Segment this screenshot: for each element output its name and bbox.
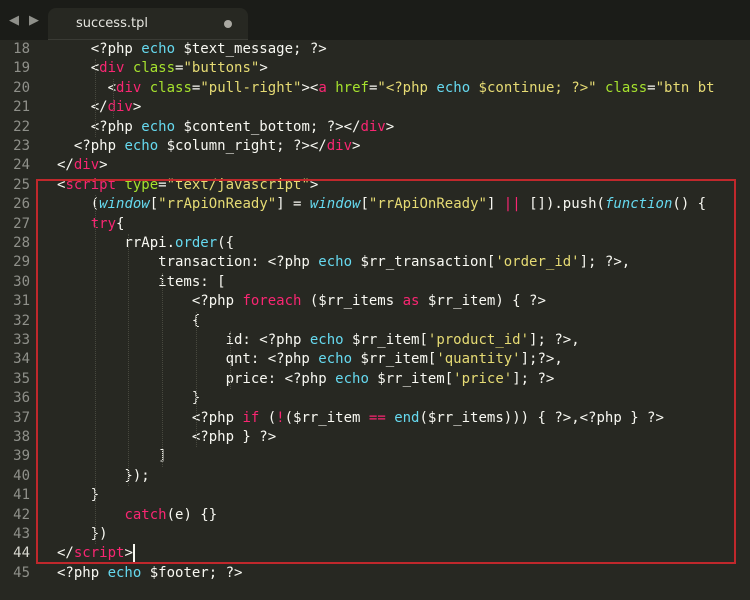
tab-bar: ◀ ▶ success.tpl — [0, 0, 750, 41]
indent-guide — [95, 59, 96, 137]
code-line[interactable]: <?php echo $footer; ?> — [57, 564, 242, 583]
line-number: 34 — [13, 351, 30, 368]
line-number: 18 — [13, 41, 30, 57]
line-number: 20 — [13, 79, 30, 96]
line-number: 33 — [13, 332, 30, 348]
line-number: 22 — [13, 118, 30, 135]
code-token: > — [352, 138, 361, 154]
code-token: </ — [57, 157, 74, 174]
line-number: 27 — [13, 215, 30, 232]
code-token: "btn bt — [655, 79, 715, 96]
code-token: <?php — [57, 138, 125, 154]
code-token: div — [360, 118, 386, 135]
code-token: > — [259, 60, 268, 77]
code-token: </ — [57, 99, 108, 116]
code-token: $footer; ?> — [141, 564, 243, 581]
code-token: "buttons" — [183, 60, 260, 77]
code-token: "<?php — [377, 79, 437, 96]
code-token: $text_message; ?> — [175, 41, 327, 57]
code-token: < — [57, 79, 117, 96]
line-number: 32 — [13, 312, 30, 329]
code-token: div — [99, 60, 125, 77]
line-number: 19 — [13, 60, 30, 77]
code-token: > — [132, 99, 142, 116]
line-number: 37 — [13, 409, 30, 426]
line-number: 39 — [13, 448, 30, 465]
highlight-box — [36, 179, 736, 564]
unsaved-dot-icon[interactable] — [224, 20, 232, 28]
code-token: <?php — [57, 41, 142, 57]
code-token: echo — [436, 79, 471, 96]
code-line[interactable]: <div class="buttons"> — [57, 59, 268, 78]
code-token: class — [605, 79, 648, 96]
code-line[interactable]: <div class="pull-right"><a href="<?php e… — [57, 79, 715, 98]
line-number: 40 — [13, 467, 30, 484]
line-number: 26 — [13, 196, 30, 213]
code-token: <?php — [57, 118, 142, 135]
code-editor[interactable]: 18 19 20 21 22 23 24 25 26 27 28 29 30 31 32 33 34 35 36 37… — [0, 40, 750, 600]
line-number: 44 — [13, 545, 30, 562]
code-token: = — [647, 79, 656, 96]
chevron-left-icon[interactable]: ◀ — [6, 10, 22, 30]
code-token: div — [326, 138, 353, 154]
tab-label: success.tpl — [76, 16, 148, 31]
line-number-gutter: 18 19 20 21 22 23 24 25 26 27 28 29 30 31 32 33 34 35 36 37… — [0, 40, 40, 600]
line-number: 38 — [13, 429, 30, 445]
tab-success-tpl[interactable]: success.tpl — [48, 8, 248, 40]
code-token: a — [318, 79, 327, 96]
line-number: 25 — [13, 176, 30, 193]
code-token: div — [107, 99, 133, 116]
code-token: < — [57, 60, 100, 77]
line-number: 35 — [13, 370, 30, 387]
code-token: $column_right; ?></ — [158, 138, 327, 154]
code-token: echo — [141, 41, 176, 57]
code-token: <?php — [57, 564, 108, 581]
code-token: > — [385, 118, 395, 135]
code-line[interactable]: <?php echo $column_right; ?></div> — [57, 137, 361, 156]
line-number: 31 — [13, 293, 30, 310]
line-number: 45 — [13, 564, 30, 581]
code-line[interactable]: <?php echo $text_message; ?> — [57, 40, 327, 59]
code-token: echo — [107, 564, 142, 581]
line-number: 21 — [13, 99, 30, 116]
indent-guide — [113, 78, 114, 118]
code-line[interactable]: </div> — [57, 98, 142, 117]
code-token: >< — [301, 79, 319, 96]
tab-nav-arrows: ◀ ▶ — [6, 8, 42, 32]
chevron-right-icon[interactable]: ▶ — [26, 10, 42, 30]
code-token: "pull-right" — [200, 79, 302, 96]
code-token: href — [335, 79, 369, 96]
code-token: class — [149, 79, 192, 96]
line-number: 24 — [13, 157, 30, 174]
code-token: $content_bottom; ?></ — [175, 118, 361, 135]
code-token: echo — [124, 138, 159, 154]
line-number: 42 — [13, 506, 30, 523]
line-number: 29 — [13, 254, 30, 271]
line-number: 41 — [13, 487, 30, 504]
code-token: $continue; ?>" — [470, 79, 597, 96]
line-number: 28 — [13, 235, 30, 251]
code-token: > — [99, 157, 108, 174]
line-number: 43 — [13, 526, 30, 542]
code-line[interactable]: </div> — [57, 156, 108, 175]
code-token: div — [73, 157, 100, 174]
code-line[interactable]: <?php echo $content_bottom; ?></div> — [57, 118, 394, 137]
line-number: 36 — [13, 390, 30, 407]
line-number: 23 — [13, 138, 30, 154]
line-number: 30 — [13, 273, 30, 290]
code-token: class — [132, 60, 176, 77]
code-token: echo — [141, 118, 176, 135]
code-token: div — [116, 79, 142, 96]
